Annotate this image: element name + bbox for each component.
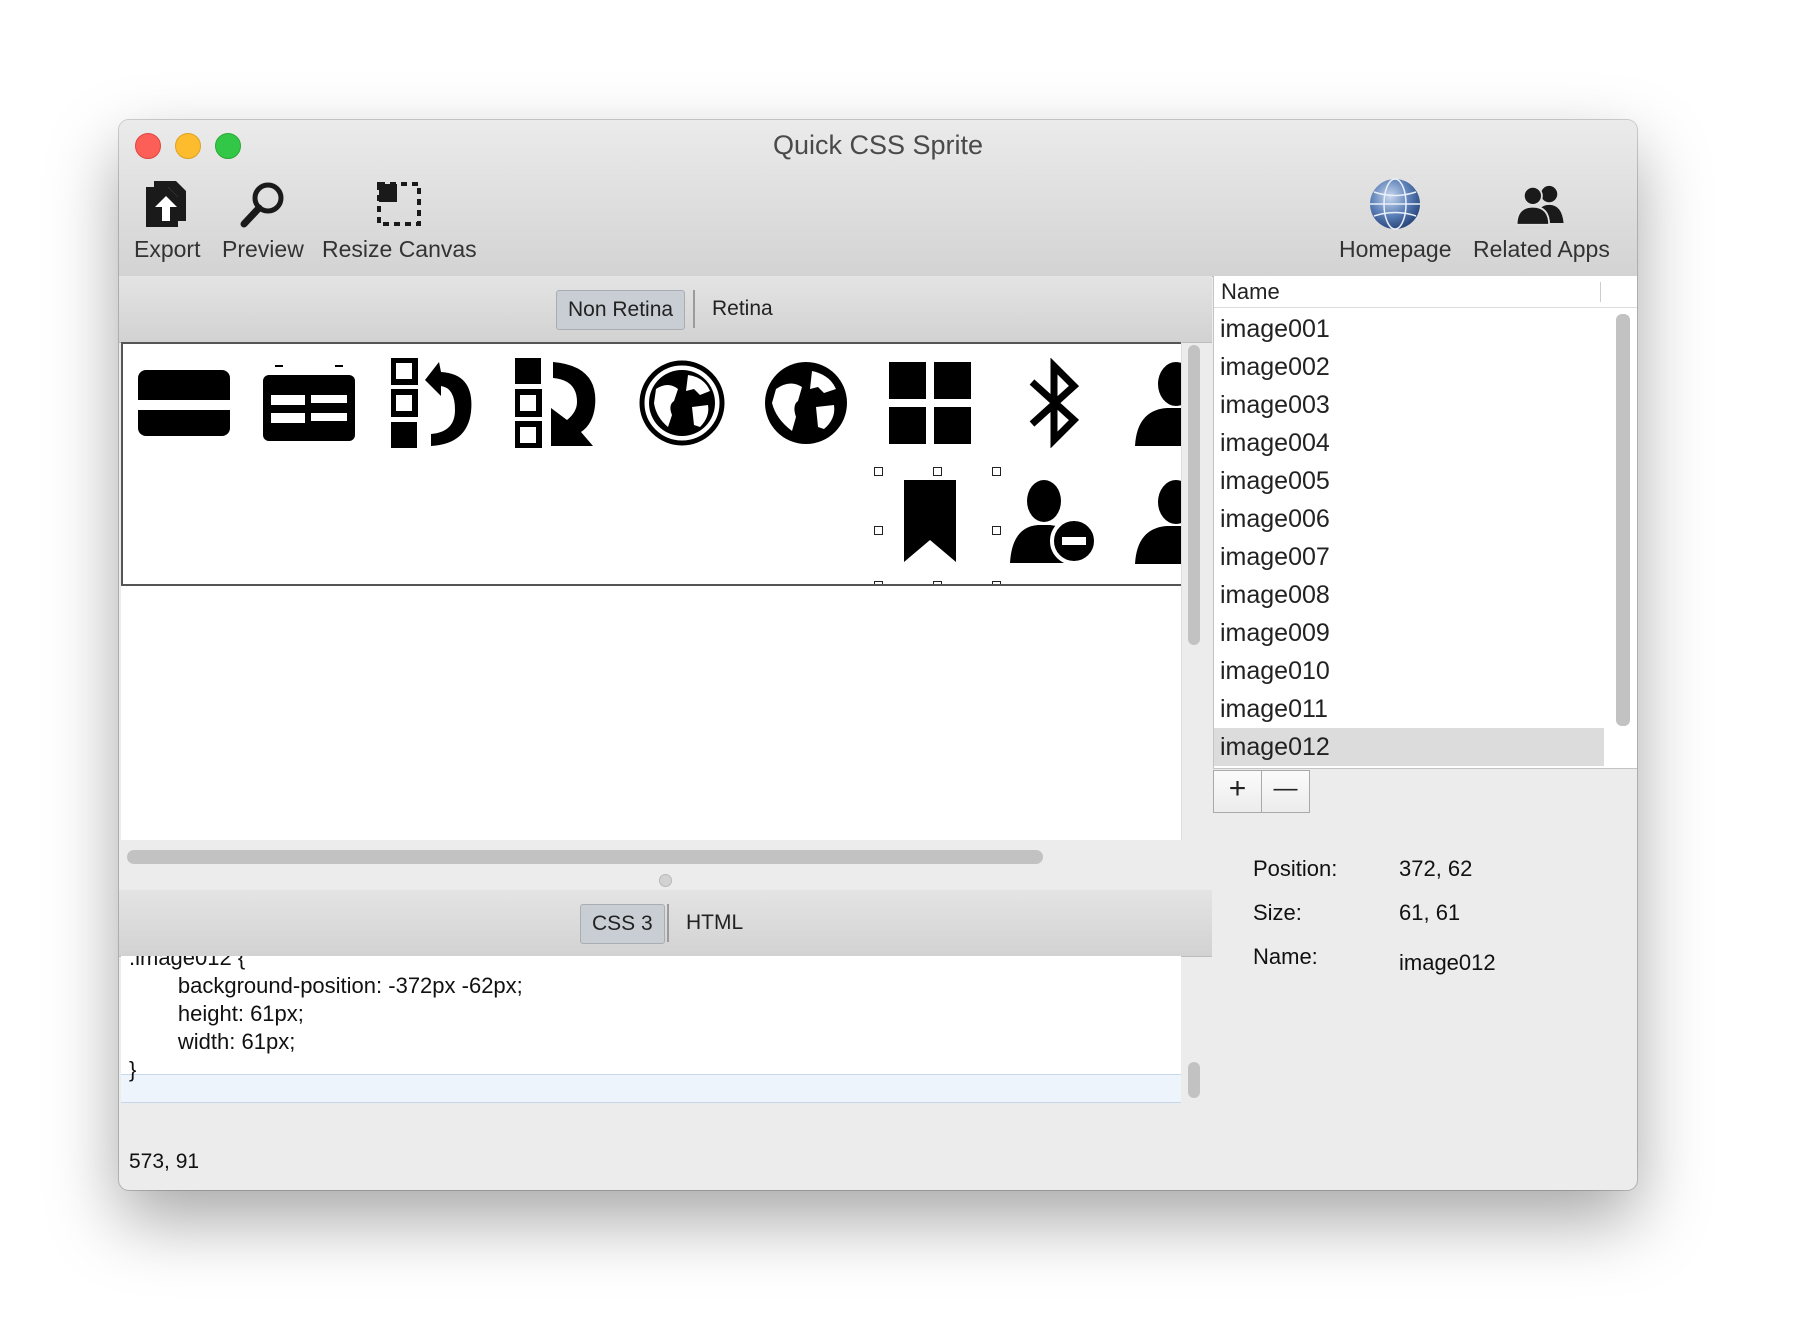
code-textarea[interactable]: .image012 { background-position: -372px … (121, 956, 1181, 1103)
add-image-button[interactable]: + (1213, 770, 1262, 813)
resize-canvas-button[interactable]: Resize Canvas (322, 176, 477, 263)
list-item[interactable]: image002 (1214, 348, 1604, 386)
code-line: width: 61px; (129, 1029, 296, 1054)
user-remove-icon[interactable] (1005, 472, 1103, 570)
segment-divider (693, 290, 695, 328)
list-item[interactable]: image008 (1214, 576, 1604, 614)
size-value: 61, 61 (1399, 900, 1461, 925)
html-tab[interactable]: HTML (675, 904, 754, 942)
export-label: Export (134, 236, 201, 262)
related-apps-button[interactable]: Related Apps (1473, 176, 1610, 263)
name-column-label: Name (1221, 279, 1280, 304)
status-coordinates: 573, 91 (129, 1150, 200, 1173)
list-item[interactable]: image009 (1214, 614, 1604, 652)
header-separator (1600, 282, 1601, 302)
retina-tab[interactable]: Retina (701, 290, 784, 328)
code-line: } (129, 1057, 137, 1082)
sprite-canvas-area[interactable] (121, 342, 1182, 840)
css3-tab[interactable]: CSS 3 (580, 904, 665, 944)
globe-network-icon (1367, 176, 1423, 232)
list-bottom-border (1213, 768, 1637, 769)
list-undo-icon[interactable] (385, 354, 483, 452)
window-title: Quick CSS Sprite (772, 130, 984, 160)
selection-handle[interactable] (992, 581, 1001, 584)
export-icon (139, 176, 195, 232)
titlebar: Quick CSS Sprite Export Preview Resize C… (119, 120, 1637, 277)
code-tabs-bar: CSS 3 HTML (119, 890, 1212, 957)
homepage-label: Homepage (1339, 236, 1452, 262)
list-item[interactable]: image003 (1214, 386, 1604, 424)
non-retina-tab[interactable]: Non Retina (556, 290, 686, 330)
credit-card-icon[interactable] (135, 354, 233, 452)
code-line: background-position: -372px -62px; (129, 973, 523, 998)
bookmark-icon[interactable] (881, 472, 979, 570)
selection-handle[interactable] (874, 581, 883, 584)
remove-image-button[interactable]: — (1261, 770, 1310, 813)
image-list[interactable]: Name image001 image002 image003 image004… (1213, 276, 1637, 768)
calendar-icon[interactable] (260, 354, 358, 452)
resize-canvas-icon (371, 176, 427, 232)
splitter-grip[interactable] (659, 874, 672, 887)
split-view-divider[interactable] (119, 870, 1212, 888)
selection-handle[interactable] (874, 526, 883, 535)
list-item[interactable]: image011 (1214, 690, 1604, 728)
segment-divider (667, 904, 669, 942)
code-content: .image012 { background-position: -372px … (129, 956, 523, 1084)
sprite-sheet[interactable] (121, 342, 1181, 586)
code-line: .image012 { (129, 956, 246, 970)
selection-handle[interactable] (933, 467, 942, 476)
canvas-horizontal-scrollbar[interactable] (127, 850, 1043, 864)
user-icon[interactable] (1127, 354, 1181, 452)
list-redo-icon[interactable] (509, 354, 607, 452)
export-button[interactable]: Export (134, 176, 200, 263)
selection-handle[interactable] (992, 526, 1001, 535)
bluetooth-icon[interactable] (1005, 354, 1103, 452)
preview-label: Preview (222, 236, 304, 262)
size-label: Size: (1253, 900, 1302, 925)
code-line: height: 61px; (129, 1001, 304, 1026)
position-value: 372, 62 (1399, 856, 1473, 881)
list-item[interactable]: image006 (1214, 500, 1604, 538)
preview-button[interactable]: Preview (222, 176, 304, 263)
magnifier-icon (235, 176, 291, 232)
list-column-header[interactable]: Name (1214, 276, 1637, 308)
grid-icon[interactable] (881, 354, 979, 452)
list-item-selected[interactable]: image012 (1214, 728, 1604, 766)
selection-handle[interactable] (992, 467, 1001, 476)
list-item[interactable]: image010 (1214, 652, 1604, 690)
canvas-vertical-scrollbar[interactable] (1188, 345, 1200, 645)
users-icon (1513, 176, 1569, 232)
retina-segmented-bar: Non Retina Retina (119, 276, 1212, 343)
name-label: Name: (1253, 944, 1318, 969)
homepage-button[interactable]: Homepage (1339, 176, 1452, 263)
app-window: Quick CSS Sprite Export Preview Resize C… (119, 120, 1637, 1190)
list-item[interactable]: image004 (1214, 424, 1604, 462)
list-item[interactable]: image007 (1214, 538, 1604, 576)
code-vertical-scrollbar[interactable] (1188, 1062, 1200, 1098)
related-apps-label: Related Apps (1473, 236, 1610, 262)
globe-filled-icon[interactable] (757, 354, 855, 452)
selection-handle[interactable] (874, 467, 883, 476)
position-label: Position: (1253, 856, 1338, 881)
globe-outline-icon[interactable] (633, 354, 731, 452)
list-item[interactable]: image001 (1214, 310, 1604, 348)
selection-handle[interactable] (933, 581, 942, 584)
list-vertical-scrollbar[interactable] (1616, 314, 1630, 726)
name-field[interactable]: image012 (1399, 950, 1496, 976)
list-item[interactable]: image005 (1214, 462, 1604, 500)
resize-canvas-label: Resize Canvas (322, 236, 477, 262)
user-icon[interactable] (1127, 472, 1181, 570)
